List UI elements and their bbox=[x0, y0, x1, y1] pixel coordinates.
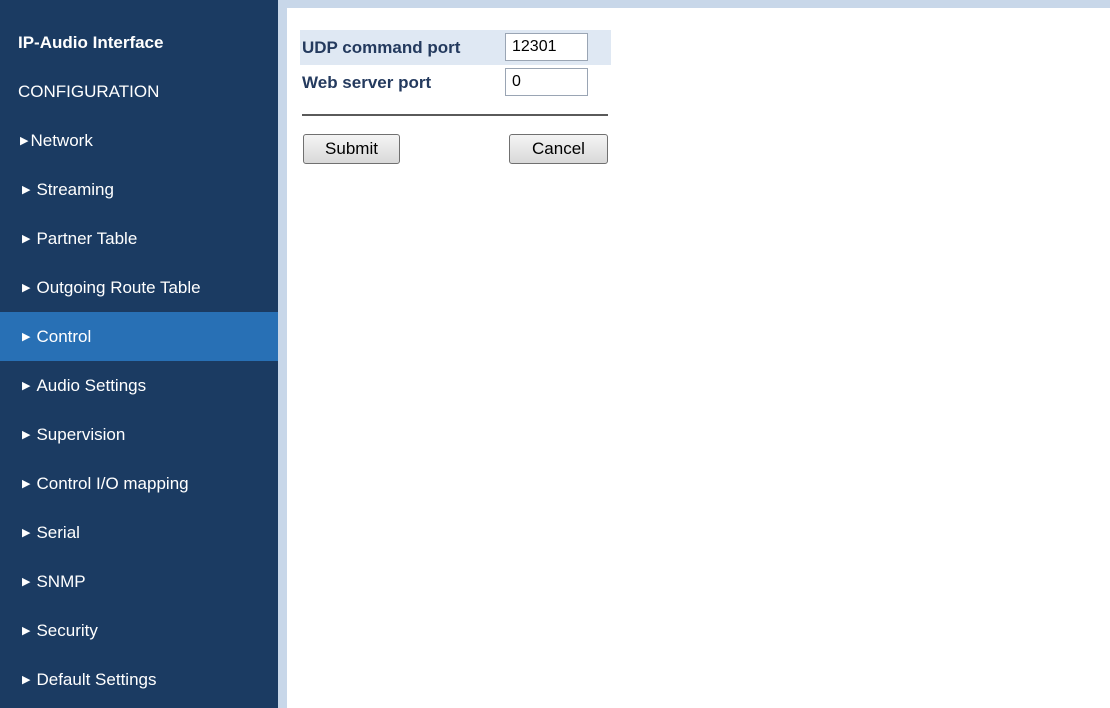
triangle-right-icon: ▶ bbox=[22, 674, 31, 686]
sidebar-item-label: Streaming bbox=[36, 179, 114, 199]
sidebar-divider bbox=[278, 0, 287, 708]
triangle-right-icon: ▶ bbox=[22, 576, 31, 588]
app-title: IP-Audio Interface bbox=[18, 32, 164, 52]
triangle-right-icon: ▶ bbox=[22, 282, 31, 294]
sidebar-item-label: Partner Table bbox=[36, 228, 138, 248]
triangle-right-icon: ▶ bbox=[22, 380, 31, 392]
web-server-port-row: Web server port bbox=[300, 65, 611, 100]
sidebar-item-control[interactable]: ▶ Control bbox=[0, 312, 278, 361]
udp-command-port-label: UDP command port bbox=[302, 38, 461, 57]
web-server-port-input[interactable] bbox=[505, 68, 588, 96]
triangle-right-icon: ▶ bbox=[22, 625, 31, 637]
sidebar-item-outgoing-route-table[interactable]: ▶ Outgoing Route Table bbox=[0, 263, 278, 312]
sidebar-item-label: Serial bbox=[36, 522, 80, 542]
sidebar-item-label: SNMP bbox=[36, 571, 86, 591]
sidebar-item-label: Network bbox=[30, 130, 93, 150]
sidebar-item-label: Audio Settings bbox=[36, 375, 147, 395]
triangle-right-icon: ▶ bbox=[22, 331, 31, 343]
sidebar-item-serial[interactable]: ▶ Serial bbox=[0, 508, 278, 557]
triangle-right-icon: ▶ bbox=[22, 429, 31, 441]
web-server-port-label: Web server port bbox=[302, 73, 432, 92]
triangle-right-icon: ▶ bbox=[20, 135, 29, 147]
triangle-right-icon: ▶ bbox=[22, 478, 31, 490]
sidebar-item-label: Outgoing Route Table bbox=[36, 277, 201, 297]
sidebar-item-label: Control I/O mapping bbox=[36, 473, 189, 493]
sidebar-item-default-settings[interactable]: ▶ Default Settings bbox=[0, 655, 278, 704]
sidebar-item-label: Security bbox=[36, 620, 98, 640]
sidebar-item-security[interactable]: ▶ Security bbox=[0, 606, 278, 655]
udp-command-port-input[interactable] bbox=[505, 33, 588, 61]
submit-button[interactable]: Submit bbox=[303, 134, 400, 164]
section-label-configuration: CONFIGURATION bbox=[18, 81, 160, 101]
top-accent-strip bbox=[287, 0, 1110, 8]
sidebar-item-partner-table[interactable]: ▶ Partner Table bbox=[0, 214, 278, 263]
sidebar-item-audio-settings[interactable]: ▶ Audio Settings bbox=[0, 361, 278, 410]
sidebar: IP-Audio Interface CONFIGURATION ▶ Netwo… bbox=[0, 0, 278, 708]
sidebar-item-supervision[interactable]: ▶ Supervision bbox=[0, 410, 278, 459]
triangle-right-icon: ▶ bbox=[22, 527, 31, 539]
triangle-right-icon: ▶ bbox=[22, 184, 31, 196]
sidebar-item-network[interactable]: ▶ Network bbox=[0, 116, 278, 165]
form-separator bbox=[302, 114, 608, 116]
sidebar-item-streaming[interactable]: ▶ Streaming bbox=[0, 165, 278, 214]
sidebar-item-control-io-mapping[interactable]: ▶ Control I/O mapping bbox=[0, 459, 278, 508]
triangle-right-icon: ▶ bbox=[22, 233, 31, 245]
sidebar-item-label: Default Settings bbox=[36, 669, 157, 689]
sidebar-item-label: Control bbox=[36, 326, 92, 346]
udp-command-port-row: UDP command port bbox=[300, 30, 611, 65]
sidebar-item-snmp[interactable]: ▶ SNMP bbox=[0, 557, 278, 606]
sidebar-item-label: Supervision bbox=[36, 424, 126, 444]
cancel-button[interactable]: Cancel bbox=[509, 134, 608, 164]
